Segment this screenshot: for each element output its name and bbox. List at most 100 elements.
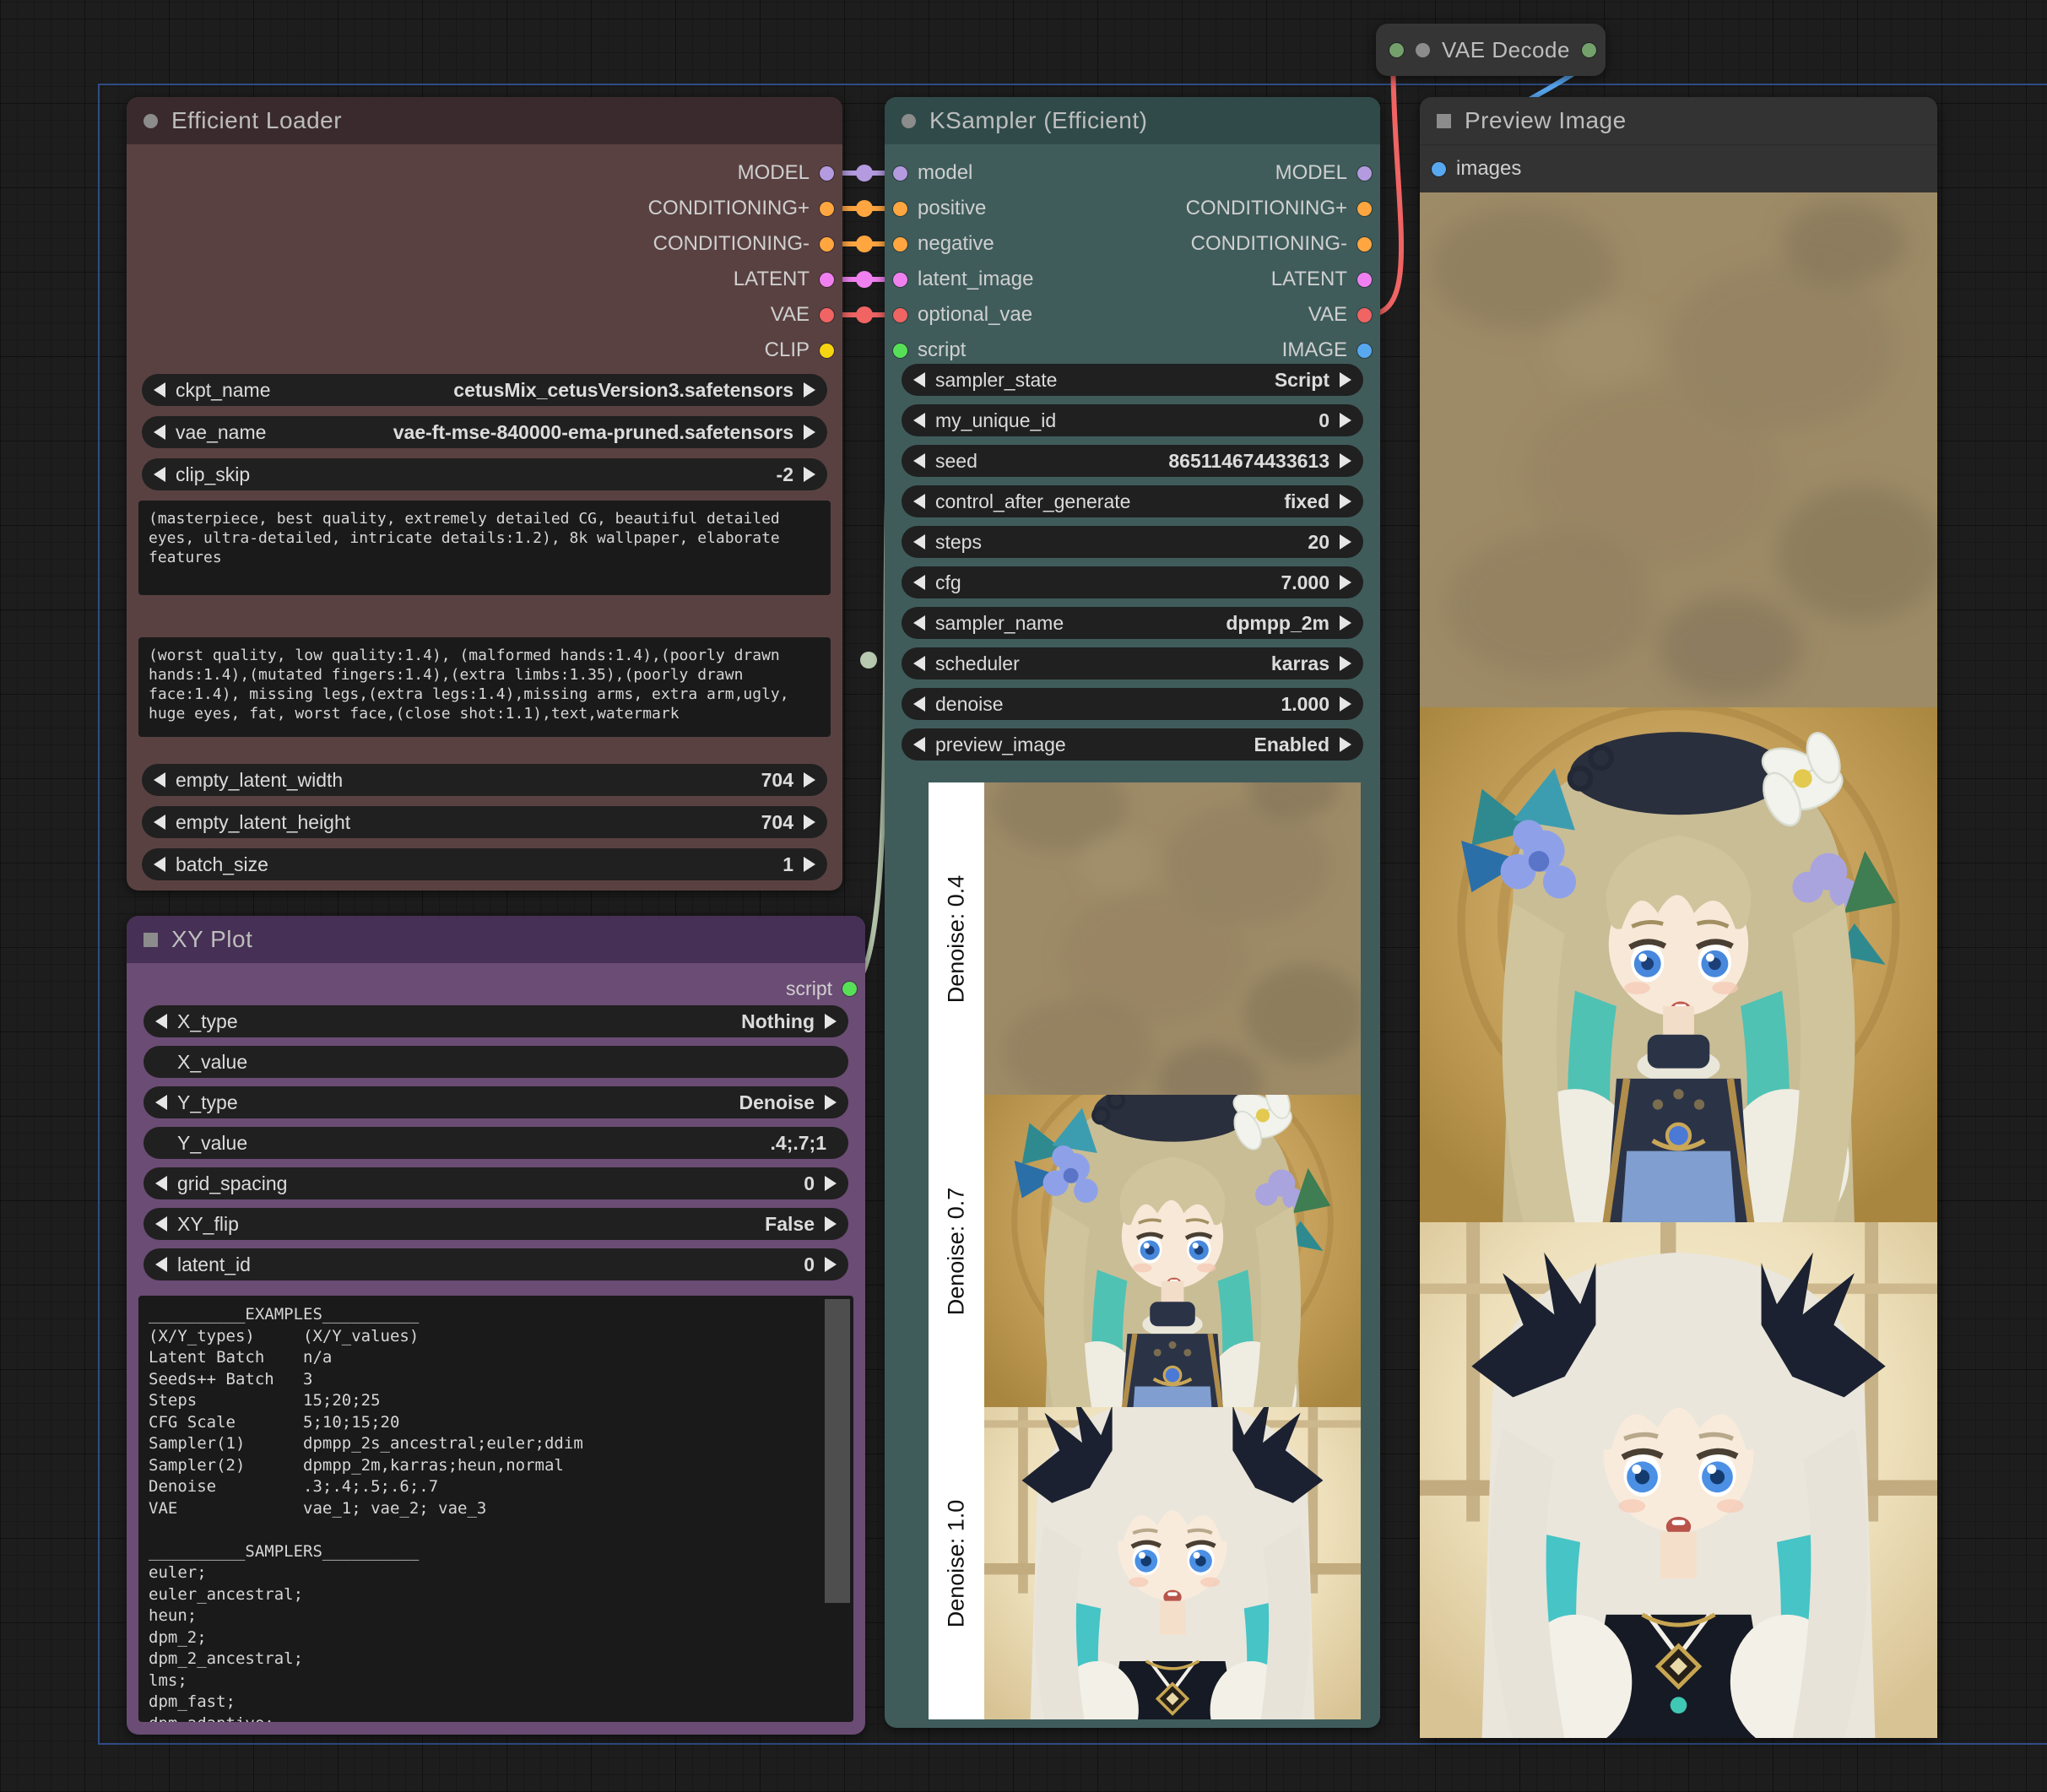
increment-arrow-icon[interactable] [1340,372,1351,387]
increment-arrow-icon[interactable] [1340,656,1351,671]
decrement-arrow-icon[interactable] [155,1176,167,1191]
scheduler-widget[interactable]: schedulerkarras [902,647,1363,679]
steps-widget[interactable]: steps20 [902,526,1363,558]
increment-arrow-icon[interactable] [825,1014,837,1029]
latent-id-widget[interactable]: latent_id0 [144,1248,848,1280]
denoise-widget[interactable]: denoise1.000 [902,688,1363,720]
node-header[interactable]: KSampler (Efficient) [885,97,1380,144]
decrement-arrow-icon[interactable] [913,372,925,387]
increment-arrow-icon[interactable] [1340,575,1351,590]
decrement-arrow-icon[interactable] [913,453,925,468]
input-slot-positive[interactable] [893,202,907,216]
collapsed-input-slot[interactable] [1389,43,1404,57]
output-slot-conditioning-minus[interactable] [1357,237,1372,252]
collapse-dot-icon[interactable] [144,114,158,128]
decrement-arrow-icon[interactable] [154,815,165,830]
vae-name-widget[interactable]: vae_name vae-ft-mse-840000-ema-pruned.sa… [142,416,827,448]
output-slot-model[interactable] [1357,166,1372,181]
decrement-arrow-icon[interactable] [155,1216,167,1232]
decrement-arrow-icon[interactable] [913,656,925,671]
node-preview-image[interactable]: Preview Image images [1420,97,1937,1738]
increment-arrow-icon[interactable] [1340,413,1351,428]
increment-arrow-icon[interactable] [1340,696,1351,712]
output-slot-conditioning-plus[interactable] [820,202,834,216]
decrement-arrow-icon[interactable] [913,737,925,752]
grid-spacing-widget[interactable]: grid_spacing0 [144,1167,848,1199]
x-type-widget[interactable]: X_typeNothing [144,1005,848,1037]
increment-arrow-icon[interactable] [1340,534,1351,550]
xy-flip-widget[interactable]: XY_flipFalse [144,1208,848,1240]
preview-image-widget[interactable]: preview_imageEnabled [902,728,1363,761]
increment-arrow-icon[interactable] [825,1095,837,1110]
node-graph-canvas[interactable]: Efficient Loader MODEL CONDITIONING+ CON… [0,0,2047,1792]
node-vae-decode[interactable]: VAE Decode [1376,24,1606,76]
increment-arrow-icon[interactable] [804,815,815,830]
output-slot-latent[interactable] [1357,273,1372,287]
output-slot-model[interactable] [820,166,834,181]
input-slot-latent-image[interactable] [893,273,907,287]
sampler-state-widget[interactable]: sampler_stateScript [902,364,1363,396]
increment-arrow-icon[interactable] [804,425,815,440]
my-unique-id-widget[interactable]: my_unique_id0 [902,404,1363,436]
increment-arrow-icon[interactable] [804,857,815,872]
increment-arrow-icon[interactable] [825,1216,837,1232]
node-efficient-loader[interactable]: Efficient Loader MODEL CONDITIONING+ CON… [127,97,842,891]
decrement-arrow-icon[interactable] [154,382,165,398]
node-header[interactable]: XY Plot [127,916,865,963]
x-value-field[interactable]: X_value [144,1046,848,1078]
collapse-square-icon[interactable] [1437,114,1451,128]
increment-arrow-icon[interactable] [1340,453,1351,468]
scrollbar-thumb[interactable] [825,1299,850,1603]
decrement-arrow-icon[interactable] [155,1014,167,1029]
collapsed-output-slot[interactable] [1582,43,1596,57]
collapse-dot-icon[interactable] [902,114,916,128]
decrement-arrow-icon[interactable] [913,413,925,428]
collapse-square-icon[interactable] [144,933,158,947]
ckpt-name-widget[interactable]: ckpt_name cetusMix_cetusVersion3.safeten… [142,374,827,406]
negative-prompt-textarea[interactable]: (worst quality, low quality:1.4), (malfo… [138,637,831,737]
batch-size-widget[interactable]: batch_size 1 [142,848,827,880]
decrement-arrow-icon[interactable] [154,467,165,482]
node-ksampler-efficient[interactable]: KSampler (Efficient) modelMODEL positive… [885,97,1380,1728]
increment-arrow-icon[interactable] [825,1257,837,1272]
node-header[interactable]: Efficient Loader [127,97,842,144]
increment-arrow-icon[interactable] [804,382,815,398]
output-slot-vae[interactable] [1357,308,1372,322]
output-slot-conditioning-minus[interactable] [820,237,834,252]
increment-arrow-icon[interactable] [804,467,815,482]
output-slot-conditioning-plus[interactable] [1357,202,1372,216]
decrement-arrow-icon[interactable] [154,425,165,440]
empty-latent-height-widget[interactable]: empty_latent_height 704 [142,806,827,838]
seed-widget[interactable]: seed865114674433613 [902,445,1363,477]
cfg-widget[interactable]: cfg7.000 [902,566,1363,598]
input-slot-model[interactable] [893,166,907,181]
increment-arrow-icon[interactable] [825,1176,837,1191]
increment-arrow-icon[interactable] [1340,737,1351,752]
control-after-generate-widget[interactable]: control_after_generatefixed [902,485,1363,517]
output-slot-latent[interactable] [820,273,834,287]
decrement-arrow-icon[interactable] [913,534,925,550]
increment-arrow-icon[interactable] [804,772,815,788]
node-header[interactable]: Preview Image [1420,97,1937,144]
clip-skip-widget[interactable]: clip_skip -2 [142,458,827,490]
input-slot-script[interactable] [893,344,907,358]
input-slot-negative[interactable] [893,237,907,252]
increment-arrow-icon[interactable] [1340,615,1351,631]
decrement-arrow-icon[interactable] [913,494,925,509]
y-type-widget[interactable]: Y_typeDenoise [144,1086,848,1118]
decrement-arrow-icon[interactable] [913,575,925,590]
output-slot-image[interactable] [1357,344,1372,358]
decrement-arrow-icon[interactable] [155,1257,167,1272]
output-slot-vae[interactable] [820,308,834,322]
node-xy-plot[interactable]: XY Plot script X_typeNothing X_value Y_t… [127,916,865,1735]
input-slot-images[interactable] [1432,162,1446,176]
decrement-arrow-icon[interactable] [913,696,925,712]
output-slot-clip[interactable] [820,344,834,358]
y-value-field[interactable]: Y_value.4;.7;1 [144,1127,848,1159]
output-slot-script[interactable] [842,982,857,996]
sampler-name-widget[interactable]: sampler_namedpmpp_2m [902,607,1363,639]
decrement-arrow-icon[interactable] [154,857,165,872]
decrement-arrow-icon[interactable] [155,1095,167,1110]
decrement-arrow-icon[interactable] [913,615,925,631]
examples-textarea[interactable]: __________EXAMPLES__________ (X/Y_types)… [138,1296,853,1722]
